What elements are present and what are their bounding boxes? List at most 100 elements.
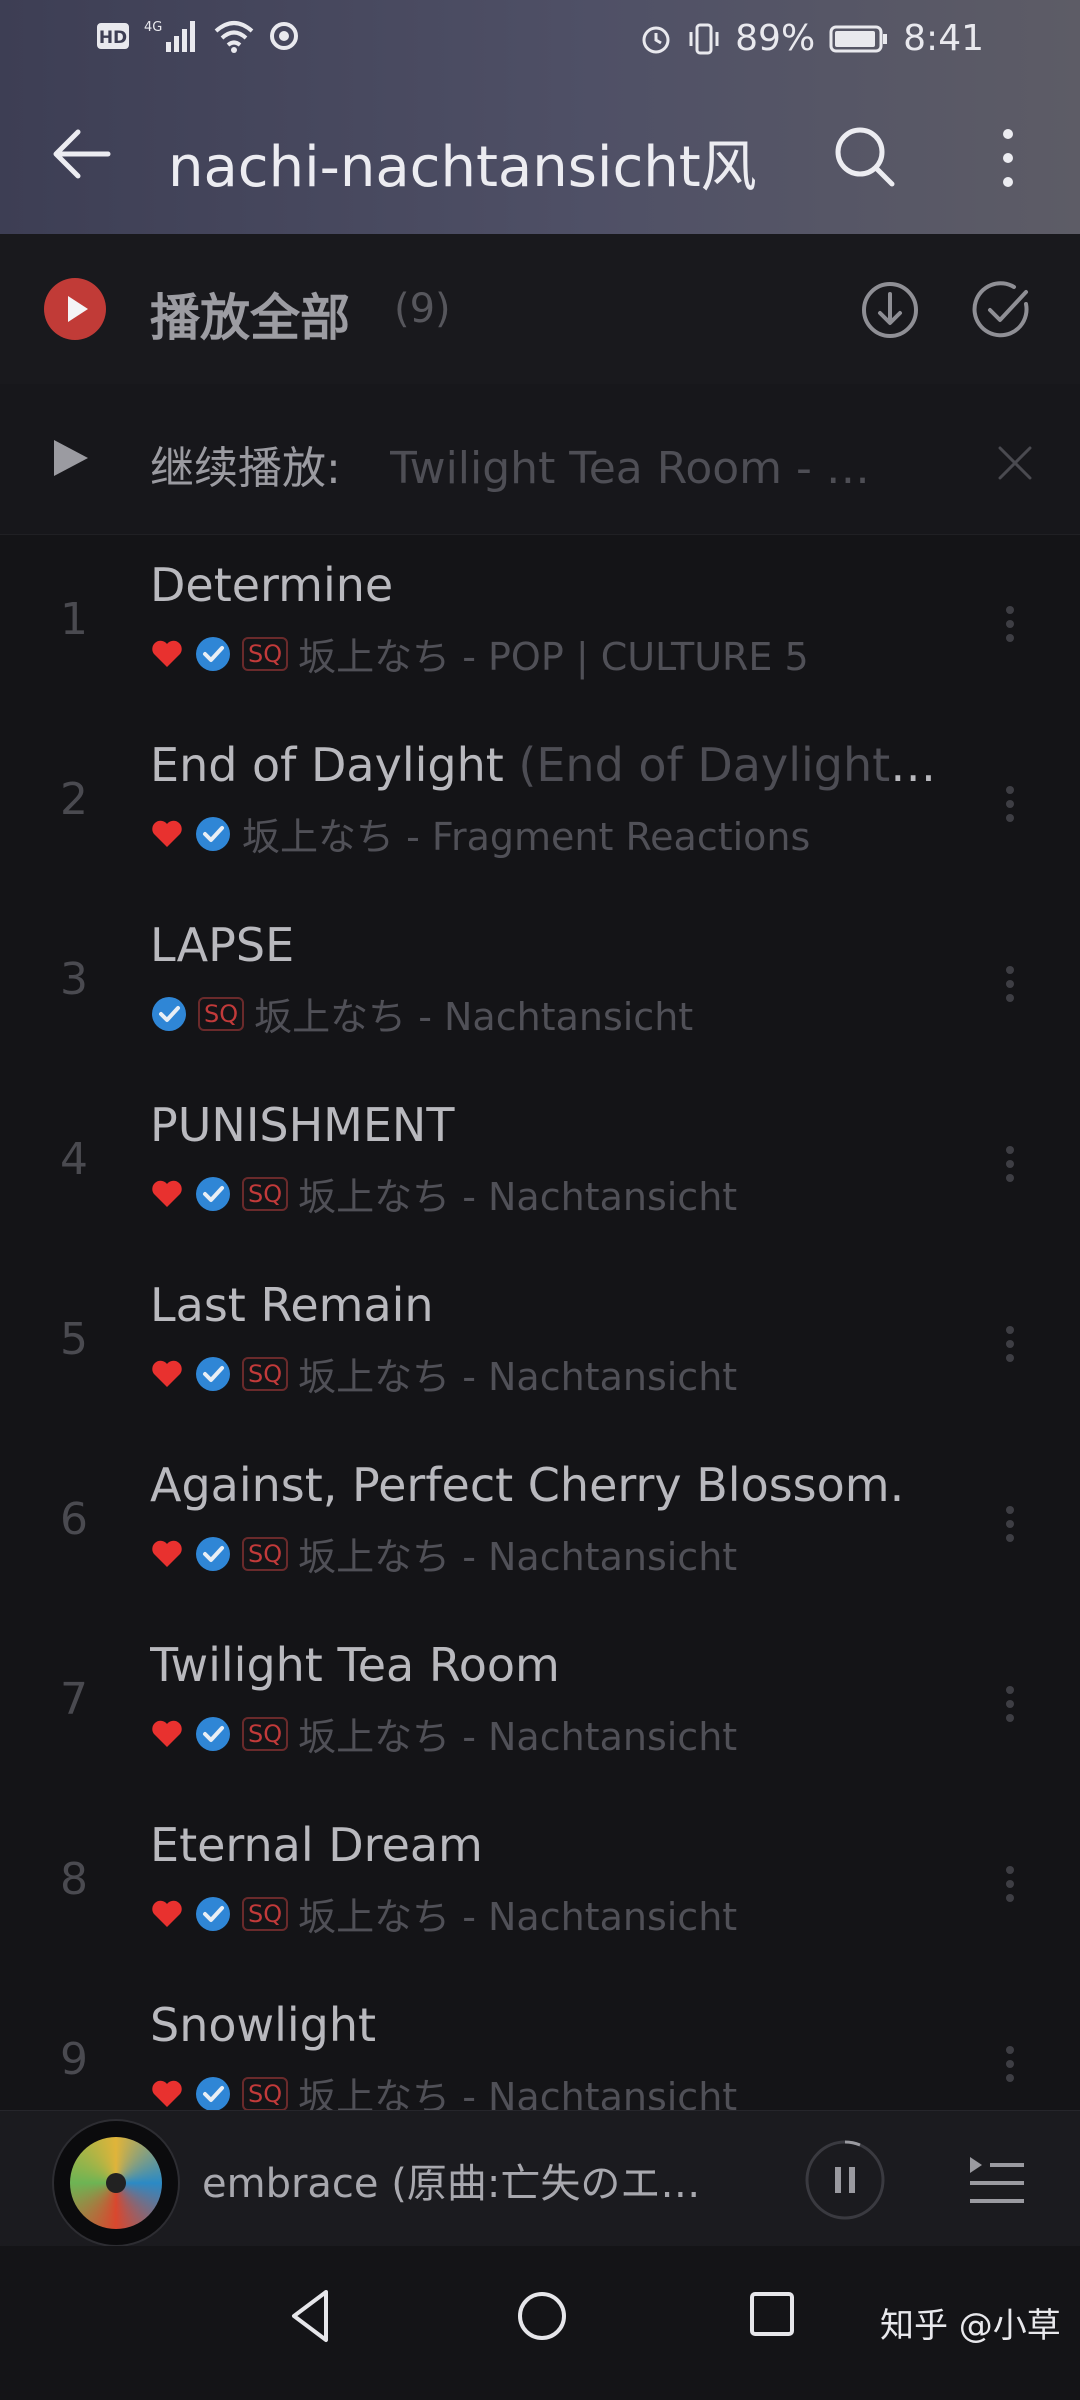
song-title: PUNISHMENT [150, 1098, 950, 1152]
play-icon[interactable] [44, 278, 106, 340]
heart-icon[interactable] [150, 637, 184, 671]
song-more-button[interactable] [990, 1484, 1030, 1564]
song-title: Against, Perfect Cherry Blossom. [150, 1458, 950, 1512]
page-title: nachi-nachtansicht风 [168, 135, 757, 200]
song-number: 5 [60, 1314, 88, 1365]
song-number: 4 [60, 1134, 88, 1185]
more-menu-button[interactable] [968, 118, 1048, 198]
continue-label: 继续播放: [150, 443, 341, 494]
battery-percent: 89% [735, 18, 816, 59]
svg-text:4G: 4G [144, 20, 162, 35]
song-row[interactable]: 1 Determine SQ 坂上なち - POP | CULTURE 5 [0, 534, 1080, 714]
sq-badge: SQ [198, 996, 245, 1031]
play-all-row[interactable]: 播放全部 (9) [0, 234, 1080, 385]
continue-play-row[interactable]: 继续播放: Twilight Tea Room - 坂上なち [0, 384, 1080, 535]
watermark: 知乎 @小草 [880, 2306, 1061, 2346]
song-number: 9 [60, 2034, 88, 2085]
song-row[interactable]: 3 LAPSE SQ 坂上なち - Nachtansicht [0, 894, 1080, 1074]
nav-back-button[interactable] [280, 2284, 344, 2348]
search-icon [835, 127, 895, 187]
song-meta: SQ 坂上なち - Nachtansicht [150, 1166, 737, 1221]
heart-icon[interactable] [150, 1177, 184, 1211]
heart-icon[interactable] [150, 1537, 184, 1571]
alarm-icon [639, 22, 673, 56]
sq-badge: SQ [242, 1716, 289, 1751]
album-disc-icon[interactable] [52, 2119, 180, 2247]
status-time: 8:41 [903, 18, 984, 59]
song-title-text: LAPSE [150, 918, 295, 972]
song-more-button[interactable] [990, 1664, 1030, 1744]
more-vertical-icon [1006, 1326, 1014, 1362]
song-row[interactable]: 6 Against, Perfect Cherry Blossom. SQ 坂上なち … [0, 1434, 1080, 1614]
song-title-text: Against, Perfect Cherry Blossom. [150, 1458, 905, 1512]
battery-icon [829, 24, 889, 54]
song-row[interactable]: 8 Eternal Dream SQ 坂上なち - Nachtansicht [0, 1794, 1080, 1974]
heart-icon[interactable] [150, 817, 184, 851]
song-more-button[interactable] [990, 584, 1030, 664]
song-meta: SQ 坂上なち - Nachtansicht [150, 1346, 737, 1401]
song-title-text: Snowlight [150, 1998, 377, 2052]
back-button[interactable] [44, 114, 124, 194]
more-vertical-icon [1006, 966, 1014, 1002]
song-more-button[interactable] [990, 1844, 1030, 1924]
nav-recent-button[interactable] [744, 2286, 800, 2342]
back-arrow-icon [53, 129, 111, 179]
song-artist-album: 坂上なち - Nachtansicht [254, 995, 694, 1039]
playlist-icon [970, 2157, 1024, 2203]
heart-icon[interactable] [150, 1717, 184, 1751]
disc-center [106, 2173, 126, 2193]
hotspot-icon [268, 20, 300, 52]
heart-icon[interactable] [150, 1897, 184, 1931]
song-row[interactable]: 4 PUNISHMENT SQ 坂上なち - Nachtansicht [0, 1074, 1080, 1254]
song-number: 2 [60, 774, 88, 825]
song-title-text: PUNISHMENT [150, 1098, 455, 1152]
multi-select-button[interactable] [962, 270, 1042, 350]
heart-icon[interactable] [150, 2077, 184, 2111]
verified-icon [152, 996, 186, 1031]
song-more-button[interactable] [990, 1304, 1030, 1384]
song-more-button[interactable] [990, 764, 1030, 844]
verified-icon [196, 816, 230, 851]
song-row[interactable]: 7 Twilight Tea Room SQ 坂上なち - Nachtansicht [0, 1614, 1080, 1794]
song-meta: SQ 坂上なち - Nachtansicht [150, 986, 693, 1041]
multi-select-icon [972, 281, 1029, 338]
pause-button[interactable] [804, 2139, 886, 2221]
song-artist-album: 坂上なち - Nachtansicht [298, 1175, 738, 1219]
more-vertical-icon [1006, 1146, 1014, 1182]
pause-icon [805, 2140, 885, 2220]
more-vertical-icon [1003, 129, 1013, 187]
song-more-button[interactable] [990, 944, 1030, 1024]
verified-icon [196, 2076, 230, 2111]
now-playing-title: embrace (原曲:亡失のエモーション) [202, 2161, 702, 2207]
more-vertical-icon [1006, 1506, 1014, 1542]
search-button[interactable] [826, 118, 906, 198]
song-row[interactable]: 2 End of Daylight (End of Daylight feat. … [0, 714, 1080, 894]
song-title: End of Daylight (End of Daylight feat. N… [150, 738, 950, 792]
song-artist-album: 坂上なち - Nachtansicht [298, 1715, 738, 1759]
playlist-button[interactable] [964, 2147, 1028, 2211]
song-number: 8 [60, 1854, 88, 1905]
verified-icon [196, 1716, 230, 1751]
more-vertical-icon [1006, 1866, 1014, 1902]
song-more-button[interactable] [990, 2024, 1030, 2104]
song-row[interactable]: 5 Last Remain SQ 坂上なち - Nachtansicht [0, 1254, 1080, 1434]
more-vertical-icon [1006, 606, 1014, 642]
close-continue-button[interactable] [990, 438, 1040, 488]
mini-player[interactable]: embrace (原曲:亡失のエモーション) [0, 2110, 1080, 2247]
song-more-button[interactable] [990, 1124, 1030, 1204]
download-icon [862, 282, 918, 338]
verified-icon [196, 1176, 230, 1211]
app-header: HD 4G 89% 8:41 nachi-nachtansicht风 [0, 0, 1080, 234]
download-all-button[interactable] [850, 270, 930, 350]
wifi-icon [214, 19, 254, 53]
sq-badge: SQ [242, 1176, 289, 1211]
song-number: 3 [60, 954, 88, 1005]
nav-back-icon [292, 2290, 328, 2342]
heart-icon[interactable] [150, 1357, 184, 1391]
play-all-label: 播放全部 [150, 289, 350, 347]
nav-home-button[interactable] [510, 2284, 574, 2348]
more-vertical-icon [1006, 786, 1014, 822]
sq-badge: SQ [242, 1536, 289, 1571]
more-vertical-icon [1006, 1686, 1014, 1722]
sq-badge: SQ [242, 636, 289, 671]
